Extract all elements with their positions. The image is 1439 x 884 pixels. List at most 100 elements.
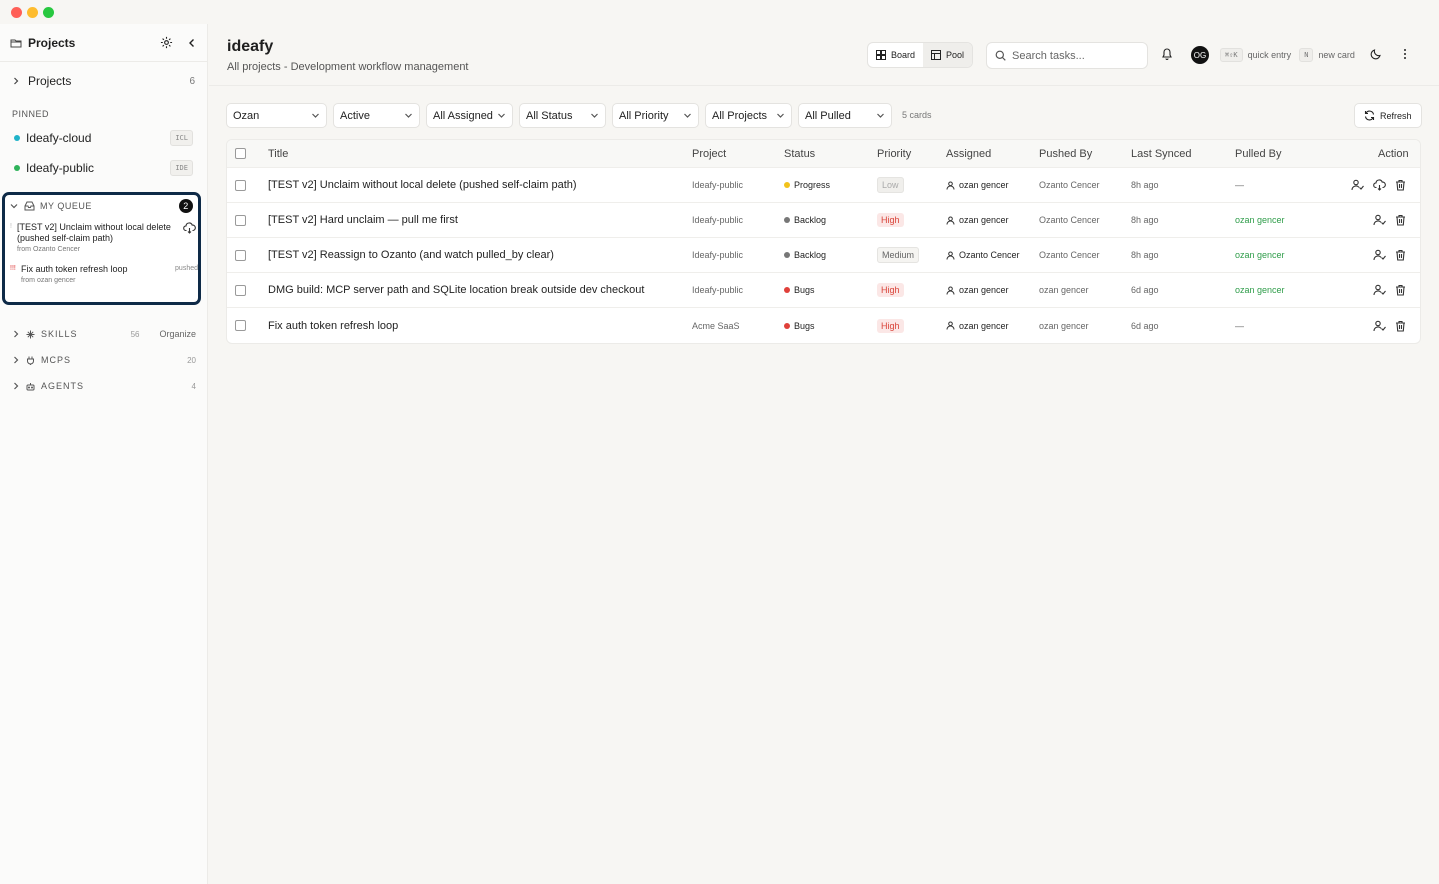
column-header-last-synced[interactable]: Last Synced bbox=[1131, 148, 1192, 160]
cloud-download-icon[interactable] bbox=[1373, 179, 1386, 191]
search-input[interactable] bbox=[1012, 49, 1132, 62]
task-pushed-by: Ozanto Cencer bbox=[1039, 215, 1100, 225]
queue-item-title: [TEST v2] Unclaim without local delete (… bbox=[17, 222, 171, 243]
table-row[interactable]: [TEST v2] Unclaim without local delete (… bbox=[227, 168, 1420, 203]
chevron-down-icon bbox=[684, 113, 691, 118]
task-last-synced: 8h ago bbox=[1131, 180, 1159, 190]
task-title[interactable]: [TEST v2] Hard unclaim — pull me first bbox=[268, 214, 458, 226]
pinned-project-ideafy-public[interactable]: Ideafy-public IDE bbox=[0, 153, 207, 183]
sidebar-item-projects[interactable]: Projects 6 bbox=[0, 62, 207, 100]
queue-item[interactable]: !!! Fix auth token refresh loop from oza… bbox=[5, 264, 198, 290]
sidebar-section-mcps[interactable]: MCPS 20 bbox=[0, 347, 208, 373]
robot-icon bbox=[26, 382, 35, 391]
close-window-button[interactable] bbox=[11, 7, 22, 18]
sidebar-section-skills[interactable]: SKILLS 56 Organize bbox=[0, 321, 208, 347]
column-header-project[interactable]: Project bbox=[692, 148, 726, 160]
assign-user-icon[interactable] bbox=[1373, 284, 1386, 296]
column-header-pulled-by[interactable]: Pulled By bbox=[1235, 148, 1281, 160]
status-filter-select[interactable]: All Status bbox=[519, 103, 606, 128]
task-title[interactable]: [TEST v2] Unclaim without local delete (… bbox=[268, 179, 577, 191]
my-queue-header[interactable]: MY QUEUE 2 bbox=[5, 195, 198, 217]
select-all-checkbox[interactable] bbox=[235, 148, 246, 159]
user-icon bbox=[946, 181, 959, 190]
task-status: Progress bbox=[784, 180, 830, 190]
assigned-filter-select[interactable]: All Assigned bbox=[426, 103, 513, 128]
project-code-badge: IDE bbox=[170, 160, 193, 176]
pulled-filter-select[interactable]: All Pulled bbox=[798, 103, 892, 128]
user-icon bbox=[946, 286, 959, 295]
minimize-window-button[interactable] bbox=[27, 7, 38, 18]
refresh-button[interactable]: Refresh bbox=[1354, 103, 1422, 128]
row-checkbox[interactable] bbox=[235, 179, 246, 191]
maximize-window-button[interactable] bbox=[43, 7, 54, 18]
assigned-name: ozan gencer bbox=[959, 285, 1009, 295]
assign-user-icon[interactable] bbox=[1351, 179, 1364, 191]
state-filter-select[interactable]: Active bbox=[333, 103, 420, 128]
assigned-name: ozan gencer bbox=[959, 215, 1009, 225]
assigned-name: Ozanto Cencer bbox=[959, 250, 1020, 260]
pushed-tag: pushed bbox=[175, 265, 198, 272]
trash-icon[interactable] bbox=[1395, 320, 1406, 332]
projects-count: 6 bbox=[189, 75, 195, 87]
state-filter-value: Active bbox=[340, 109, 370, 122]
section-label: MCPS bbox=[41, 355, 72, 365]
page-header: ideafy All projects - Development workfl… bbox=[209, 24, 1439, 86]
trash-icon[interactable] bbox=[1395, 284, 1406, 296]
bell-icon[interactable] bbox=[1161, 47, 1173, 60]
assign-user-icon[interactable] bbox=[1373, 320, 1386, 332]
pinned-project-ideafy-cloud[interactable]: Ideafy-cloud ICL bbox=[0, 123, 207, 153]
plug-icon bbox=[26, 356, 35, 365]
cloud-download-icon[interactable] bbox=[183, 222, 196, 234]
queue-item-from: from ozan gencer bbox=[21, 277, 76, 284]
more-menu-icon[interactable] bbox=[1403, 48, 1407, 60]
table-row[interactable]: DMG build: MCP server path and SQLite lo… bbox=[227, 273, 1420, 308]
pool-view-label: Pool bbox=[946, 50, 965, 60]
trash-icon[interactable] bbox=[1395, 179, 1406, 191]
search-box[interactable] bbox=[986, 42, 1148, 69]
task-project: Acme SaaS bbox=[692, 320, 740, 331]
tasks-table: Title Project Status Priority Assigned P… bbox=[226, 139, 1421, 344]
row-checkbox[interactable] bbox=[235, 284, 246, 296]
sidebar-section-agents[interactable]: AGENTS 4 bbox=[0, 373, 208, 399]
column-header-assigned[interactable]: Assigned bbox=[946, 148, 991, 160]
column-header-status[interactable]: Status bbox=[784, 148, 815, 160]
task-priority: High bbox=[877, 283, 904, 297]
board-view-button[interactable]: Board bbox=[868, 43, 923, 67]
column-header-priority[interactable]: Priority bbox=[877, 148, 911, 160]
projects-filter-select[interactable]: All Projects bbox=[705, 103, 792, 128]
row-checkbox[interactable] bbox=[235, 249, 246, 261]
trash-icon[interactable] bbox=[1395, 214, 1406, 226]
avatar[interactable]: OG bbox=[1191, 46, 1209, 64]
user-filter-select[interactable]: Ozan bbox=[226, 103, 327, 128]
table-row[interactable]: Fix auth token refresh loop Acme SaaS Bugs… bbox=[227, 308, 1420, 343]
column-header-pushed-by[interactable]: Pushed By bbox=[1039, 148, 1092, 160]
task-title[interactable]: Fix auth token refresh loop bbox=[268, 320, 398, 332]
priority-filter-select[interactable]: All Priority bbox=[612, 103, 699, 128]
row-checkbox[interactable] bbox=[235, 320, 246, 331]
pinned-heading: PINNED bbox=[12, 109, 50, 119]
table-row[interactable]: [TEST v2] Reassign to Ozanto (and watch … bbox=[227, 238, 1420, 273]
row-checkbox[interactable] bbox=[235, 214, 246, 226]
assign-user-icon[interactable] bbox=[1373, 214, 1386, 226]
chevron-right-icon bbox=[14, 356, 19, 364]
task-title[interactable]: [TEST v2] Reassign to Ozanto (and watch … bbox=[268, 249, 554, 261]
organize-button[interactable]: Organize bbox=[159, 329, 196, 339]
collapse-sidebar-chevron-icon[interactable] bbox=[187, 38, 197, 48]
column-header-title[interactable]: Title bbox=[268, 148, 288, 160]
table-row[interactable]: [TEST v2] Hard unclaim — pull me first Id… bbox=[227, 203, 1420, 238]
project-color-dot bbox=[14, 165, 20, 171]
assigned-filter-value: All Assigned bbox=[433, 109, 493, 122]
task-pulled-by: — bbox=[1235, 180, 1244, 190]
moon-icon[interactable] bbox=[1370, 48, 1382, 60]
pool-view-button[interactable]: Pool bbox=[923, 43, 973, 67]
trash-icon[interactable] bbox=[1395, 249, 1406, 261]
chevron-right-icon bbox=[14, 382, 19, 390]
cards-count: 5 cards bbox=[902, 110, 932, 120]
assign-user-icon[interactable] bbox=[1373, 249, 1386, 261]
gear-icon[interactable] bbox=[160, 36, 173, 49]
row-actions bbox=[1364, 214, 1406, 226]
task-status: Bugs bbox=[784, 321, 815, 331]
queue-item[interactable]: ! [TEST v2] Unclaim without local delete… bbox=[5, 222, 198, 258]
section-label: SKILLS bbox=[41, 329, 78, 339]
task-title[interactable]: DMG build: MCP server path and SQLite lo… bbox=[268, 284, 644, 296]
